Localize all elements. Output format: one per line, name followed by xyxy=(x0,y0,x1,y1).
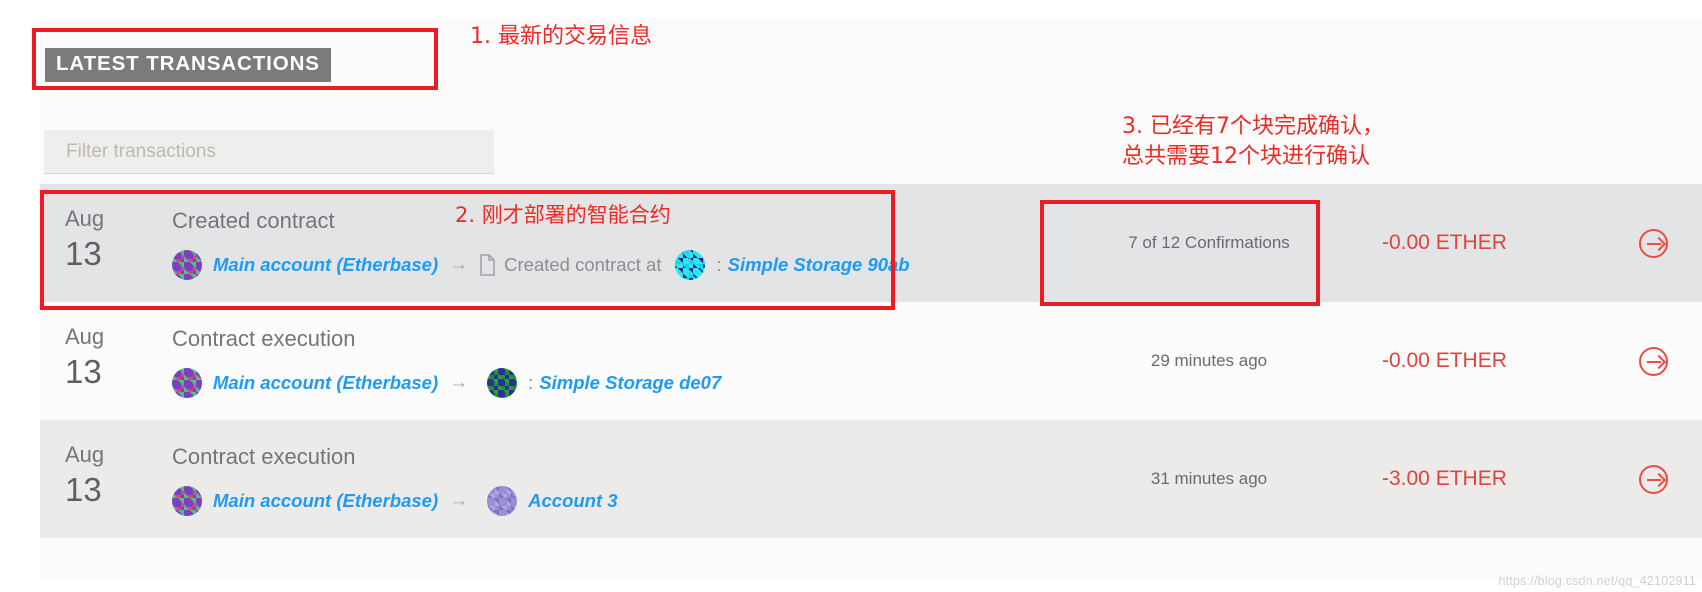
path-separator: : xyxy=(528,372,534,393)
transaction-amount: -0.00 ETHER xyxy=(1382,231,1507,254)
arrow-right-icon: → xyxy=(449,254,469,275)
from-account-link[interactable]: Main account (Etherbase) xyxy=(213,372,438,394)
date-day: 13 xyxy=(65,235,102,272)
latest-transactions-panel: LATEST TRANSACTIONS Aug 13 Created contr… xyxy=(40,18,1702,578)
to-account-link[interactable]: Account 3 xyxy=(528,490,617,512)
screenshot-root: LATEST TRANSACTIONS Aug 13 Created contr… xyxy=(0,0,1702,592)
to-contract-link[interactable]: Simple Storage 90ab xyxy=(728,254,910,276)
circle-arrow-right-icon[interactable] xyxy=(1638,464,1668,494)
identicon-contract-green-icon xyxy=(487,368,518,398)
created-contract-label: Created contract at xyxy=(504,254,662,275)
search-input[interactable] xyxy=(44,130,494,174)
identicon-main-account-icon xyxy=(172,368,202,398)
panel-header: LATEST TRANSACTIONS xyxy=(40,18,1702,108)
transaction-list: Aug 13 Created contract Main account (Et… xyxy=(40,184,1702,538)
transaction-path: Main account (Etherbase) → Created contr… xyxy=(172,250,1044,280)
transaction-date: Aug 13 xyxy=(40,302,172,420)
arrow-right-icon: → xyxy=(449,372,469,393)
path-separator: : xyxy=(716,254,722,275)
transaction-details: Contract execution Main account (Etherba… xyxy=(172,420,1044,538)
identicon-contract-cyan-icon xyxy=(675,250,706,280)
open-transaction-button[interactable] xyxy=(1604,420,1702,538)
table-row[interactable]: Aug 13 Contract execution Main account (… xyxy=(40,302,1702,420)
date-day: 13 xyxy=(65,471,102,508)
identicon-account-3-icon xyxy=(487,486,518,516)
annotation-label-3: 3. 已经有7个块完成确认， 总共需要12个块进行确认 xyxy=(1122,114,1384,169)
document-icon xyxy=(479,253,498,277)
date-month: Aug xyxy=(65,206,105,231)
transaction-amount: -3.00 ETHER xyxy=(1382,467,1507,490)
date-day: 13 xyxy=(65,353,102,390)
page-title: LATEST TRANSACTIONS xyxy=(45,48,331,82)
status-badge: 29 minutes ago xyxy=(1150,351,1268,370)
circle-arrow-right-icon[interactable] xyxy=(1638,228,1668,258)
transaction-date: Aug 13 xyxy=(40,420,172,538)
open-transaction-button[interactable] xyxy=(1604,184,1702,302)
circle-arrow-right-icon[interactable] xyxy=(1638,346,1668,376)
table-row[interactable]: Aug 13 Created contract Main account (Et… xyxy=(40,184,1702,302)
to-contract-link[interactable]: Simple Storage de07 xyxy=(539,372,721,394)
annotation-label-2: 2. 刚才部署的智能合约 xyxy=(455,203,671,227)
transaction-type: Contract execution xyxy=(172,326,356,351)
status-badge: 31 minutes ago xyxy=(1150,469,1268,488)
open-transaction-button[interactable] xyxy=(1604,302,1702,420)
transaction-path: Main account (Etherbase) → : Simple Stor… xyxy=(172,368,1044,398)
from-account-link[interactable]: Main account (Etherbase) xyxy=(213,490,438,512)
arrow-right-icon: → xyxy=(449,490,469,511)
date-month: Aug xyxy=(65,442,105,467)
transaction-path: Main account (Etherbase) → Account 3 xyxy=(172,486,1044,516)
annotation-label-1: 1. 最新的交易信息 xyxy=(470,24,652,49)
identicon-main-account-icon xyxy=(172,250,202,280)
watermark: https://blog.csdn.net/qq_42102911 xyxy=(1498,574,1696,588)
transaction-details: Contract execution Main account (Etherba… xyxy=(172,302,1044,420)
transaction-type: Contract execution xyxy=(172,444,356,469)
identicon-main-account-icon xyxy=(172,486,202,516)
date-month: Aug xyxy=(65,324,105,349)
transaction-amount: -0.00 ETHER xyxy=(1382,349,1507,372)
transaction-date: Aug 13 xyxy=(40,184,172,302)
table-row[interactable]: Aug 13 Contract execution Main account (… xyxy=(40,420,1702,538)
filter-toolbar xyxy=(40,118,1702,182)
status-badge: 7 of 12 Confirmations xyxy=(1128,233,1290,252)
from-account-link[interactable]: Main account (Etherbase) xyxy=(213,254,438,276)
